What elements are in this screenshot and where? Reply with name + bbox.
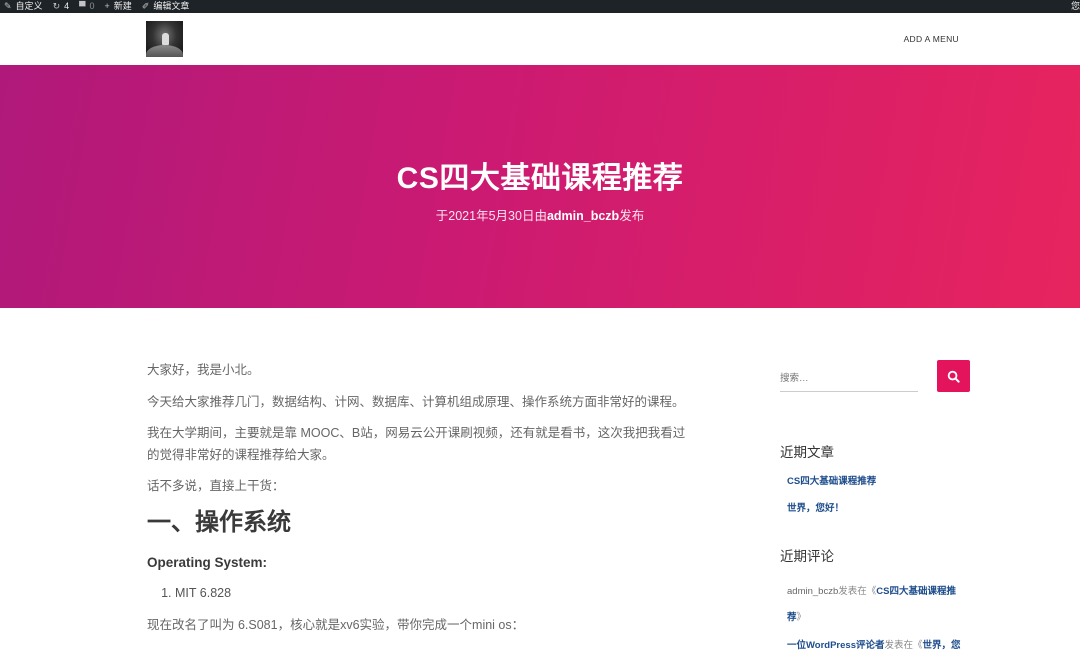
subsection-heading: Operating System:	[147, 554, 268, 570]
list-item: MIT 6.828	[175, 583, 692, 605]
list-item: CS四大基础课程推荐	[787, 475, 970, 488]
post-author-link[interactable]: admin_bczb	[547, 209, 619, 223]
admin-bar-new-label: 新建	[113, 1, 132, 11]
post-meta-suffix: 发布	[619, 209, 645, 223]
site-logo[interactable]	[146, 21, 183, 57]
post-content: 大家好，我是小北。 今天给大家推荐几门，数据结构、计网、数据库、计算机组成原理、…	[147, 360, 692, 646]
recent-post-link[interactable]: 世界，您好！	[787, 503, 844, 514]
admin-bar-updates[interactable]: ↻ 4	[53, 0, 70, 13]
list-item: admin_bczb发表在《CS四大基础课程推荐》	[787, 579, 970, 631]
post-title: CS四大基础课程推荐	[396, 162, 684, 195]
recent-posts-list: CS四大基础课程推荐 世界，您好！	[780, 475, 970, 515]
brush-icon: ✎	[4, 1, 12, 11]
search-widget	[780, 360, 970, 393]
admin-bar-comments-count: 0	[89, 1, 95, 11]
search-input[interactable]	[780, 366, 918, 392]
section-heading: 一、操作系统	[147, 508, 291, 536]
admin-bar-edit-post-label: 编辑文章	[153, 1, 190, 11]
recent-post-link[interactable]: CS四大基础课程推荐	[787, 476, 876, 487]
astronaut-image	[162, 33, 169, 45]
add-menu-link[interactable]: ADD A MENU	[904, 34, 959, 44]
moon-surface-image	[146, 45, 183, 57]
admin-bar: ✎ 自定义 ↻ 4 ▀ 0 + 新建 ✐ 编辑文章 您	[0, 0, 1080, 13]
admin-bar-updates-count: 4	[64, 1, 70, 11]
comment-close: 》	[796, 612, 807, 623]
course-list: MIT 6.828	[161, 583, 692, 605]
post-hero: CS四大基础课程推荐 于2021年5月30日由admin_bczb发布	[0, 65, 1080, 308]
paragraph: 话不多说，直接上干货：	[147, 479, 285, 493]
admin-bar-customize-label: 自定义	[15, 1, 43, 11]
refresh-icon: ↻	[52, 1, 61, 11]
admin-bar-comments[interactable]: ▀ 0	[79, 0, 94, 13]
admin-bar-account[interactable]: 您	[1071, 0, 1080, 13]
comment-connector: 发表在《	[884, 640, 923, 651]
paragraph: 今天给大家推荐几门，数据结构、计网、数据库、计算机组成原理、操作系统方面非常好的…	[147, 394, 685, 409]
pencil-icon: ✐	[141, 1, 150, 11]
search-button[interactable]	[937, 360, 970, 392]
list-item: 世界，您好！	[787, 502, 970, 515]
search-icon	[947, 370, 960, 383]
comment-author-link[interactable]: 一位WordPress评论者	[787, 640, 884, 651]
paragraph: 大家好，我是小北。	[147, 363, 260, 377]
paragraph: 我在大学期间，主要就是靠 MOOC、B站，网易云公开课刷视频，还有就是看书，这次…	[147, 426, 686, 462]
comment-icon: ▀	[79, 1, 86, 11]
recent-comments-list: admin_bczb发表在《CS四大基础课程推荐》 一位WordPress评论者…	[780, 579, 970, 660]
admin-bar-new[interactable]: + 新建	[105, 0, 132, 13]
comment-author: admin_bczb	[787, 586, 839, 597]
list-item: 一位WordPress评论者发表在《世界，您好！》	[787, 633, 970, 660]
paragraph: 现在改名了叫为 6.S081，核心就是xv6实验，带你完成一个mini os：	[147, 617, 525, 632]
sidebar: 近期文章 CS四大基础课程推荐 世界，您好！ 近期评论 admin_bczb发表…	[780, 360, 970, 660]
comment-connector: 发表在《	[838, 586, 877, 597]
admin-bar-customize[interactable]: ✎ 自定义	[4, 0, 43, 13]
recent-comments-title: 近期评论	[780, 549, 834, 564]
site-header: ADD A MENU	[0, 13, 1080, 65]
post-date: 于2021年5月30日由	[435, 209, 547, 223]
plus-icon: +	[104, 1, 110, 11]
recent-posts-title: 近期文章	[780, 445, 834, 460]
post-meta: 于2021年5月30日由admin_bczb发布	[0, 205, 1080, 224]
admin-bar-edit-post[interactable]: ✐ 编辑文章	[142, 0, 190, 13]
